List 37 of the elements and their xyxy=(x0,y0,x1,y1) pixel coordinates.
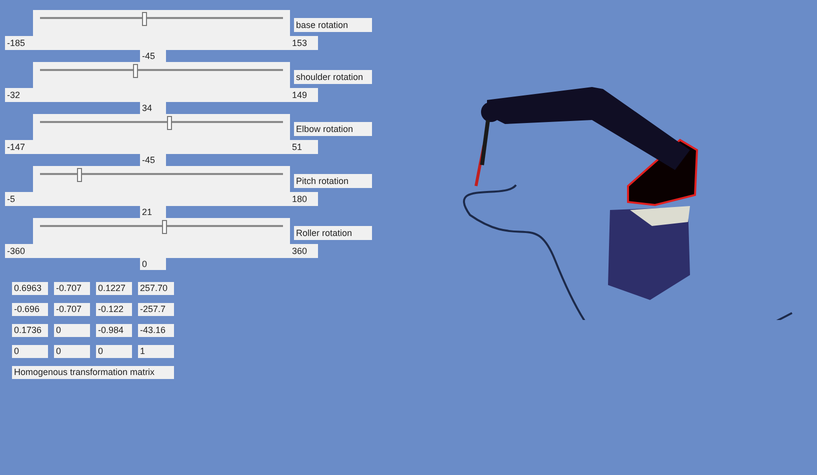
min-value: -185 xyxy=(5,36,290,50)
matrix-cell: -0.707 xyxy=(54,282,90,295)
slider-label: Roller rotation xyxy=(294,226,372,240)
min-value: -360 xyxy=(5,244,290,258)
matrix-cell: 0 xyxy=(54,324,90,337)
matrix-cell: 0.1736 xyxy=(12,324,48,337)
min-value: -5 xyxy=(5,192,290,206)
matrix-cell: -0.707 xyxy=(54,303,90,316)
max-value: 360 xyxy=(290,244,318,258)
max-value: 51 xyxy=(290,140,318,154)
slider-label: Elbow rotation xyxy=(294,122,372,136)
matrix-cell: -0.984 xyxy=(96,324,132,337)
matrix-cell: 0.1227 xyxy=(96,282,132,295)
slider-label: Pitch rotation xyxy=(294,174,372,188)
matrix-cell: 257.70 xyxy=(138,282,174,295)
current-value: 21 xyxy=(140,206,166,218)
matrix-cell: -0.122 xyxy=(96,303,132,316)
matrix-cell: 0 xyxy=(12,345,48,358)
matrix-cell: -257.7 xyxy=(138,303,174,316)
current-value: -45 xyxy=(140,154,166,166)
matrix-cell: 0 xyxy=(54,345,90,358)
max-value: 180 xyxy=(290,192,318,206)
matrix-cell: 0.6963 xyxy=(12,282,48,295)
current-value: 34 xyxy=(140,102,166,114)
slider-label: shoulder rotation xyxy=(294,70,372,84)
current-value: -45 xyxy=(140,50,166,62)
matrix-cell: 0 xyxy=(96,345,132,358)
matrix-cell: -0.696 xyxy=(12,303,48,316)
matrix-caption: Homogenous transformation matrix xyxy=(12,366,174,379)
slider-label: base rotation xyxy=(294,18,372,32)
min-value: -147 xyxy=(5,140,290,154)
min-value: -32 xyxy=(5,88,290,102)
matrix-cell: -43.16 xyxy=(138,324,174,337)
max-value: 149 xyxy=(290,88,318,102)
max-value: 153 xyxy=(290,36,318,50)
current-value: 0 xyxy=(140,258,166,270)
matrix-cell: 1 xyxy=(138,345,174,358)
